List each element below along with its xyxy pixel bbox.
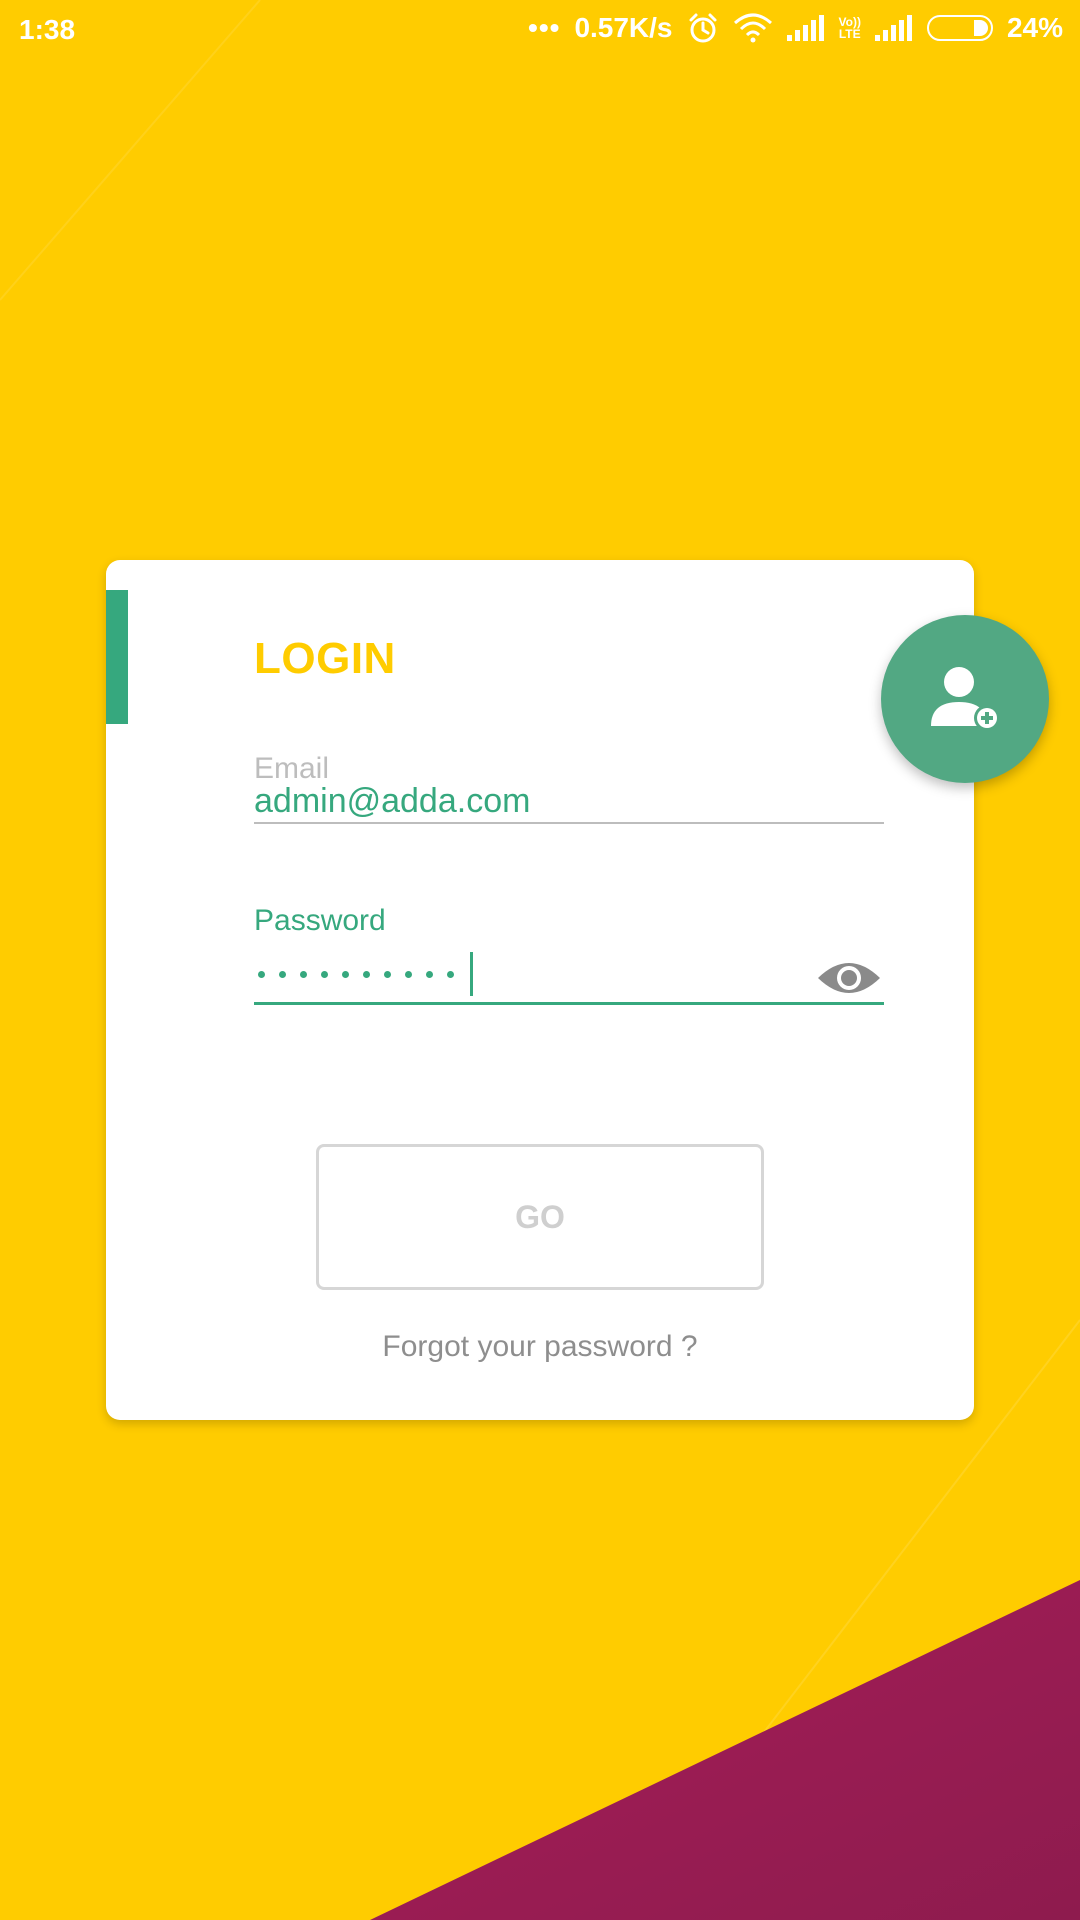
password-field[interactable]: Password: [254, 904, 884, 1005]
email-field[interactable]: Email admin@adda.com: [254, 752, 884, 824]
volte-icon: Vo)) LTE: [838, 15, 861, 41]
password-mask-dot: [405, 970, 412, 978]
password-label: Password: [254, 904, 386, 937]
text-cursor: [470, 952, 473, 996]
password-mask-dot: [300, 970, 307, 978]
alarm-icon: [687, 12, 719, 44]
battery-icon: [926, 15, 993, 41]
password-mask-dot: [384, 970, 391, 978]
register-fab[interactable]: [881, 615, 1049, 783]
forgot-password-link[interactable]: Forgot your password ?: [106, 1330, 974, 1364]
email-label: Email: [254, 752, 330, 785]
password-input[interactable]: [258, 952, 473, 996]
password-mask-dot: [342, 970, 349, 978]
wifi-icon: [733, 13, 773, 43]
status-icons: ••• 0.57K/s Vo)) LTE 24%: [528, 12, 1063, 44]
network-speed: 0.57K/s: [574, 12, 673, 43]
status-bar: 1:38 ••• 0.57K/s Vo)) LTE 24%: [0, 0, 1080, 62]
signal-icon: [786, 15, 825, 41]
battery-percent: 24%: [1006, 12, 1063, 43]
add-user-icon: [931, 667, 1000, 731]
password-mask-dot: [321, 970, 328, 978]
login-title: LOGIN: [254, 634, 396, 683]
password-mask-dot: [363, 970, 370, 978]
login-card: LOGIN Email admin@adda.com Password GO F…: [106, 560, 974, 1420]
password-mask-dot: [426, 970, 433, 978]
email-underline: [254, 822, 884, 824]
login-screen: 1:38 ••• 0.57K/s Vo)) LTE 24% LOGIN Emai…: [0, 0, 1080, 1920]
password-mask-dot: [258, 970, 265, 978]
password-underline: [254, 1002, 884, 1005]
password-mask-dot: [447, 970, 454, 978]
card-accent-bar: [106, 590, 128, 724]
email-input[interactable]: admin@adda.com: [254, 782, 530, 821]
password-mask-dot: [279, 970, 286, 978]
go-button[interactable]: GO: [316, 1144, 764, 1290]
eye-icon[interactable]: [816, 956, 882, 1000]
signal-icon: [874, 15, 913, 41]
status-time: 1:38: [19, 14, 76, 45]
more-dots: •••: [528, 12, 561, 43]
